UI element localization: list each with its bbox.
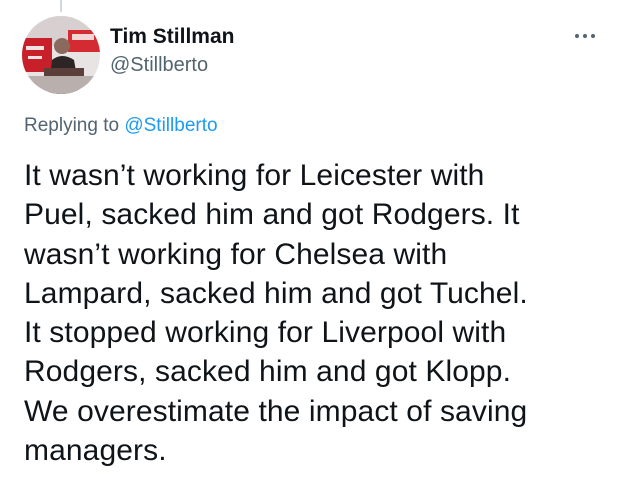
profile-photo-icon bbox=[22, 16, 100, 94]
thread-connector-line bbox=[60, 0, 62, 12]
tweet-text-line: It stopped working for Liverpool with bbox=[24, 316, 507, 350]
dot bbox=[575, 34, 579, 38]
author-display-name[interactable]: Tim Stillman bbox=[110, 24, 234, 50]
replying-to-line: Replying to @Stillberto bbox=[24, 113, 218, 139]
avatar[interactable] bbox=[22, 16, 100, 94]
tweet-text-line: Lampard, sacked him and got Tuchel. bbox=[24, 276, 528, 310]
dot bbox=[583, 34, 587, 38]
dot bbox=[591, 34, 595, 38]
tweet-author-block: Tim Stillman @Stillberto bbox=[110, 24, 234, 78]
replying-to-prefix: Replying to bbox=[24, 115, 120, 136]
author-handle[interactable]: @Stillberto bbox=[110, 52, 234, 78]
tweet-text-line: managers. bbox=[24, 434, 167, 468]
replying-to-link[interactable]: @Stillberto bbox=[124, 115, 217, 136]
tweet-text-line: Rodgers, sacked him and got Klopp. bbox=[24, 355, 512, 389]
tweet-text-line: We overestimate the impact of saving bbox=[24, 394, 528, 428]
tweet-text: It wasn’t working for Leicester with Pue… bbox=[24, 156, 604, 470]
tweet-text-line: Puel, sacked him and got Rodgers. It bbox=[24, 198, 520, 232]
tweet-text-line: It wasn’t working for Leicester with bbox=[24, 159, 485, 192]
more-horizontal-icon[interactable] bbox=[568, 26, 602, 46]
tweet-text-line: wasn’t working for Chelsea with bbox=[24, 237, 448, 271]
